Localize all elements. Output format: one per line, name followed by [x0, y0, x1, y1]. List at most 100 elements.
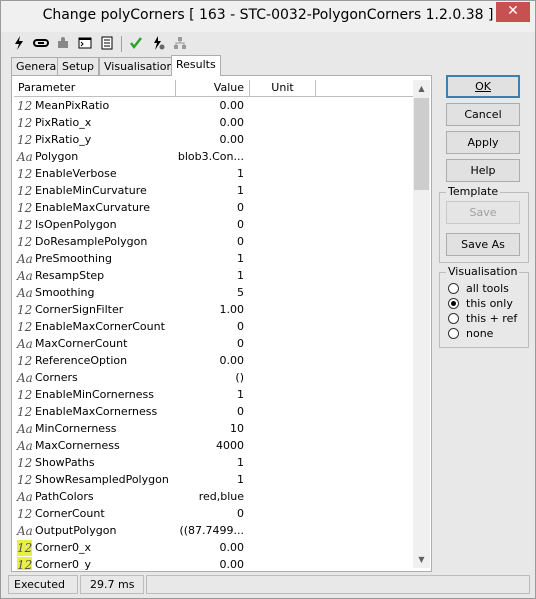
- parameter-value[interactable]: 1: [237, 184, 244, 197]
- parameter-value[interactable]: ((87.7499...: [179, 524, 244, 537]
- scroll-down-icon[interactable]: ▼: [413, 551, 430, 568]
- scroll-up-icon[interactable]: ▲: [413, 80, 430, 97]
- parameter-value[interactable]: 1: [237, 473, 244, 486]
- radio-button[interactable]: [448, 313, 459, 324]
- ok-button[interactable]: OK: [446, 75, 520, 98]
- table-row[interactable]: 12 DoResamplePolygon 0: [14, 234, 411, 251]
- network-icon[interactable]: [172, 36, 188, 52]
- parameter-value[interactable]: 0: [237, 235, 244, 248]
- table-row[interactable]: 12 EnableMinCurvature 1: [14, 183, 411, 200]
- table-row[interactable]: 12 ShowPaths 1: [14, 455, 411, 472]
- parameter-value[interactable]: 1: [237, 269, 244, 282]
- parameter-value[interactable]: 1: [237, 167, 244, 180]
- parameter-value[interactable]: 1: [237, 388, 244, 401]
- table-row[interactable]: Aa Corners (): [14, 370, 411, 387]
- parameter-value[interactable]: 0.00: [220, 558, 245, 570]
- lightning-settings-icon[interactable]: [150, 36, 166, 52]
- radio-button-selected[interactable]: [448, 298, 459, 309]
- puzzle-icon[interactable]: [55, 36, 71, 52]
- parameter-value[interactable]: red,blue: [199, 490, 244, 503]
- numeric-type-icon: 12: [17, 167, 33, 181]
- table-row[interactable]: 12 EnableMaxCornerness 0: [14, 404, 411, 421]
- tab-visualisation[interactable]: Visualisation: [99, 57, 179, 75]
- parameter-value[interactable]: 0: [237, 218, 244, 231]
- parameter-value[interactable]: 0: [237, 320, 244, 333]
- parameter-value[interactable]: 1: [237, 252, 244, 265]
- parameter-value[interactable]: 0.00: [220, 99, 245, 112]
- table-row[interactable]: 12 ReferenceOption 0.00: [14, 353, 411, 370]
- save-button[interactable]: Save: [446, 201, 520, 224]
- table-row[interactable]: Aa OutputPolygon ((87.7499...: [14, 523, 411, 540]
- numeric-type-icon: 12: [17, 133, 33, 147]
- parameter-value[interactable]: 0: [237, 337, 244, 350]
- parameter-value[interactable]: 0.00: [220, 541, 245, 554]
- table-row[interactable]: Aa ResampStep 1: [14, 268, 411, 285]
- table-row[interactable]: 12 EnableMinCornerness 1: [14, 387, 411, 404]
- parameter-value[interactable]: 0: [237, 405, 244, 418]
- table-row[interactable]: 12 Corner0_y 0.00: [14, 557, 411, 570]
- table-row[interactable]: Aa MinCornerness 10: [14, 421, 411, 438]
- parameter-value[interactable]: 0.00: [220, 116, 245, 129]
- table-row[interactable]: 12 CornerCount 0: [14, 506, 411, 523]
- title-bar[interactable]: Change polyCorners [ 163 - STC-0032-Poly…: [1, 1, 535, 32]
- parameter-value[interactable]: 1: [237, 456, 244, 469]
- parameter-name: ReferenceOption: [35, 354, 128, 367]
- parameter-value[interactable]: 0: [237, 201, 244, 214]
- parameter-value[interactable]: 5: [237, 286, 244, 299]
- parameter-value[interactable]: 10: [230, 422, 244, 435]
- close-button[interactable]: ✕: [496, 2, 530, 22]
- save-as-button[interactable]: Save As: [446, 233, 520, 256]
- table-row[interactable]: Aa MaxCornerCount 0: [14, 336, 411, 353]
- numeric-type-icon: 12: [17, 473, 33, 487]
- radio-button[interactable]: [448, 328, 459, 339]
- tab-results[interactable]: Results: [171, 55, 221, 76]
- parameter-value[interactable]: blob3.Con...: [178, 150, 244, 163]
- parameter-value[interactable]: 0: [237, 507, 244, 520]
- parameter-name: DoResamplePolygon: [35, 235, 148, 248]
- parameter-name: IsOpenPolygon: [35, 218, 117, 231]
- console-icon[interactable]: [77, 36, 93, 52]
- numeric-type-icon: 12: [17, 456, 33, 470]
- radio-button[interactable]: [448, 283, 459, 294]
- status-bar: Executed 29.7 ms: [6, 575, 532, 595]
- parameter-value[interactable]: (): [235, 371, 244, 384]
- parameter-name: EnableVerbose: [35, 167, 117, 180]
- table-row[interactable]: 12 Corner0_x 0.00: [14, 540, 411, 557]
- table-row[interactable]: 12 ShowResampledPolygon 1: [14, 472, 411, 489]
- table-row[interactable]: Aa MaxCornerness 4000: [14, 438, 411, 455]
- table-row[interactable]: Aa PreSmoothing 1: [14, 251, 411, 268]
- parameter-value[interactable]: 1.00: [220, 303, 245, 316]
- table-row[interactable]: 12 IsOpenPolygon 0: [14, 217, 411, 234]
- vertical-scrollbar[interactable]: ▲ ▼: [413, 80, 430, 568]
- apply-button[interactable]: Apply: [446, 131, 520, 154]
- table-row[interactable]: 12 PixRatio_x 0.00: [14, 115, 411, 132]
- parameter-value[interactable]: 0.00: [220, 354, 245, 367]
- table-row[interactable]: 12 EnableMaxCurvature 0: [14, 200, 411, 217]
- parameter-name: MaxCornerness: [35, 439, 120, 452]
- help-button[interactable]: Help: [446, 159, 520, 182]
- numeric-type-icon: 12: [17, 354, 33, 368]
- lightning-icon[interactable]: [11, 36, 27, 52]
- cancel-button[interactable]: Cancel: [446, 103, 520, 126]
- column-header-unit[interactable]: Unit: [250, 80, 316, 97]
- table-row[interactable]: 12 MeanPixRatio 0.00: [14, 98, 411, 115]
- parameter-value[interactable]: 4000: [216, 439, 244, 452]
- table-row[interactable]: Aa Smoothing 5: [14, 285, 411, 302]
- numeric-type-icon: 12: [17, 116, 33, 130]
- column-header-parameter[interactable]: Parameter: [14, 80, 176, 97]
- scroll-thumb[interactable]: [414, 98, 429, 190]
- table-row[interactable]: Aa Polygon blob3.Con...: [14, 149, 411, 166]
- document-icon[interactable]: [99, 36, 115, 52]
- table-row[interactable]: 12 EnableVerbose 1: [14, 166, 411, 183]
- parameter-value[interactable]: 0.00: [220, 133, 245, 146]
- table-row[interactable]: Aa PathColors red,blue: [14, 489, 411, 506]
- numeric-type-icon: 12: [17, 557, 32, 570]
- table-row[interactable]: 12 EnableMaxCornerCount 0: [14, 319, 411, 336]
- table-row[interactable]: 12 PixRatio_y 0.00: [14, 132, 411, 149]
- column-header-value[interactable]: Value: [176, 80, 250, 97]
- numeric-type-icon: 12: [17, 218, 33, 232]
- table-row[interactable]: 12 CornerSignFilter 1.00: [14, 302, 411, 319]
- checkmark-icon[interactable]: [128, 36, 144, 52]
- tab-setup[interactable]: Setup: [57, 57, 100, 75]
- link-icon[interactable]: [33, 36, 49, 52]
